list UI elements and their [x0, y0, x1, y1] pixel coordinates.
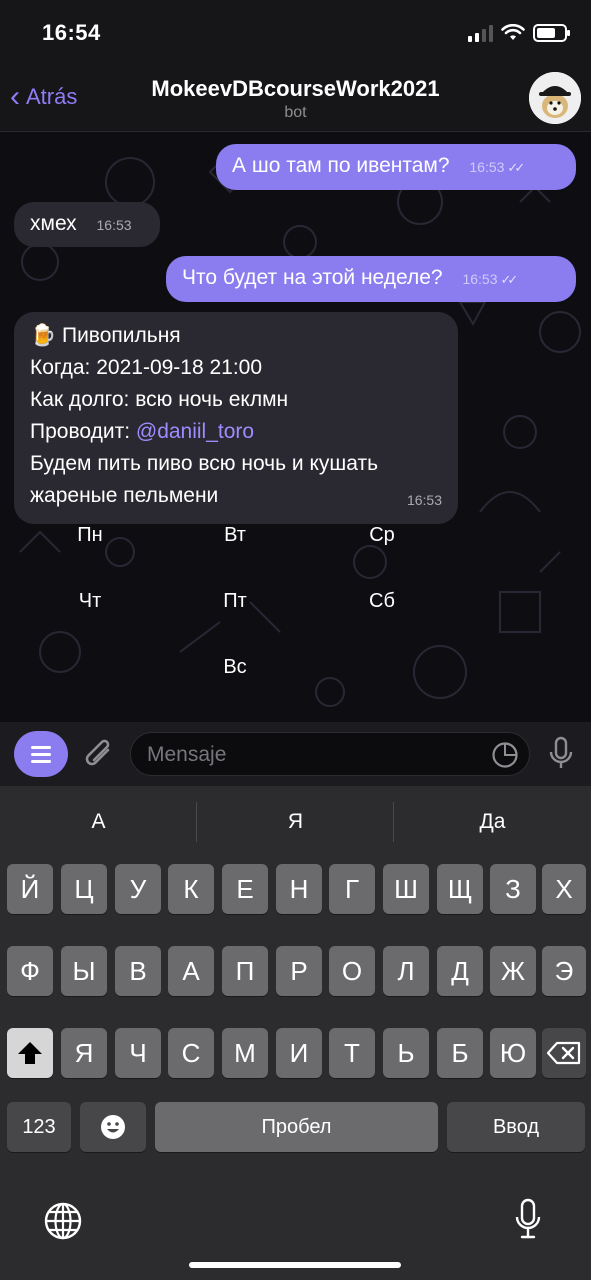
event-title: 🍺 Пивопильня	[30, 324, 181, 347]
home-indicator[interactable]	[189, 1262, 401, 1268]
suggestion-1[interactable]: А	[0, 810, 197, 834]
key[interactable]: У	[115, 864, 161, 914]
key[interactable]: К	[168, 864, 214, 914]
avatar-bot[interactable]	[529, 72, 581, 124]
reply-button-fri[interactable]: Пт	[165, 590, 305, 613]
key[interactable]: Й	[7, 864, 53, 914]
key[interactable]: Г	[329, 864, 375, 914]
key[interactable]: Щ	[437, 864, 483, 914]
key[interactable]: Т	[329, 1028, 375, 1078]
battery-icon	[533, 24, 570, 42]
key[interactable]: Р	[276, 946, 322, 996]
key[interactable]: О	[329, 946, 375, 996]
key[interactable]: Э	[542, 946, 586, 996]
key[interactable]: Х	[542, 864, 586, 914]
reply-button-mon[interactable]: Пн	[20, 524, 160, 547]
key[interactable]: Ф	[7, 946, 53, 996]
key[interactable]: И	[276, 1028, 322, 1078]
chat-title[interactable]: MokeevDBcourseWork2021	[0, 76, 591, 102]
wifi-icon	[501, 24, 525, 40]
mic-icon[interactable]	[549, 736, 573, 772]
host-mention-link[interactable]: @daniil_toro	[136, 420, 254, 443]
shift-icon	[18, 1042, 42, 1064]
key[interactable]: Ь	[383, 1028, 429, 1078]
key[interactable]: А	[168, 946, 214, 996]
key[interactable]: З	[490, 864, 536, 914]
event-host: Проводит: @daniil_toro	[30, 420, 255, 443]
reply-button-wed[interactable]: Ср	[312, 524, 452, 547]
emoji-icon	[101, 1115, 125, 1139]
message-time: 16:53	[96, 217, 132, 233]
status-icons	[468, 24, 570, 42]
key[interactable]: Ж	[490, 946, 536, 996]
key[interactable]: Я	[61, 1028, 107, 1078]
chat-subtitle: bot	[284, 104, 307, 121]
event-description-line2: жареные пельмени 16:53	[30, 480, 442, 512]
system-keyboard: А Я Да Й Ц У К Е Н Г Ш Щ З Х Ф Ы В А П Р…	[0, 786, 591, 1280]
key[interactable]: М	[222, 1028, 268, 1078]
suggestion-3[interactable]: Да	[394, 810, 591, 834]
key[interactable]: Е	[222, 864, 268, 914]
suggestion-2[interactable]: Я	[197, 810, 394, 834]
key[interactable]: П	[222, 946, 268, 996]
key[interactable]: В	[115, 946, 161, 996]
message-text: хмех	[30, 212, 77, 235]
predictive-bar: А Я Да	[0, 786, 591, 858]
event-description-line1: Будем пить пиво всю ночь и кушать	[30, 452, 379, 475]
message-incoming-event[interactable]: 🍺 Пивопильня Когда: 2021-09-18 21:00 Как…	[14, 312, 458, 524]
attach-icon[interactable]	[82, 736, 116, 772]
backspace-key[interactable]	[542, 1028, 586, 1078]
key[interactable]: Ш	[383, 864, 429, 914]
read-checkmarks-icon: ✓✓	[500, 272, 519, 287]
numbers-key[interactable]: 123	[7, 1102, 71, 1152]
key[interactable]: Ц	[61, 864, 107, 914]
message-outgoing[interactable]: Что будет на этой неделе? 16:53 ✓✓	[166, 256, 576, 302]
status-time: 16:54	[42, 20, 101, 45]
dictation-icon[interactable]	[514, 1198, 542, 1240]
key[interactable]: Ю	[490, 1028, 536, 1078]
message-input[interactable]	[147, 741, 477, 769]
reply-button-sun[interactable]: Вс	[165, 656, 305, 679]
bot-menu-button[interactable]	[14, 731, 68, 777]
read-checkmarks-icon: ✓✓	[507, 160, 525, 175]
space-key[interactable]: Пробел	[155, 1102, 438, 1152]
message-time: 16:53	[406, 492, 442, 508]
status-bar: 16:54	[0, 0, 591, 66]
message-text: Что будет на этой неделе?	[182, 266, 443, 289]
chat-header: ‹ Atrás MokeevDBcourseWork2021 bot	[0, 66, 591, 132]
event-duration: Как долго: всю ночь еклмн	[30, 388, 289, 411]
composer-bar	[0, 722, 591, 786]
key[interactable]: Ы	[61, 946, 107, 996]
backspace-icon	[546, 1041, 581, 1065]
cellular-signal-icon	[468, 24, 493, 42]
message-time: 16:53 ✓✓	[469, 159, 525, 175]
shift-key[interactable]	[7, 1028, 53, 1078]
sticker-icon[interactable]	[491, 741, 519, 769]
reply-button-sat[interactable]: Сб	[312, 590, 452, 613]
chat-area[interactable]: А шо там по ивентам? 16:53 ✓✓ хмех 16:53 …	[0, 132, 591, 722]
message-incoming[interactable]: хмех 16:53	[14, 202, 160, 247]
key[interactable]: Д	[437, 946, 483, 996]
key[interactable]: Ч	[115, 1028, 161, 1078]
reply-button-thu[interactable]: Чт	[20, 590, 160, 613]
emoji-key[interactable]	[80, 1102, 146, 1152]
message-field[interactable]	[130, 732, 530, 776]
event-when: Когда: 2021-09-18 21:00	[30, 356, 263, 379]
globe-icon[interactable]	[44, 1202, 82, 1240]
key[interactable]: С	[168, 1028, 214, 1078]
key[interactable]: Л	[383, 946, 429, 996]
return-key[interactable]: Ввод	[447, 1102, 585, 1152]
key[interactable]: Н	[276, 864, 322, 914]
message-outgoing[interactable]: А шо там по ивентам? 16:53 ✓✓	[216, 144, 576, 190]
message-text: А шо там по ивентам?	[232, 154, 450, 177]
key[interactable]: Б	[437, 1028, 483, 1078]
reply-button-tue[interactable]: Вт	[165, 524, 305, 547]
message-time: 16:53 ✓✓	[462, 271, 519, 287]
